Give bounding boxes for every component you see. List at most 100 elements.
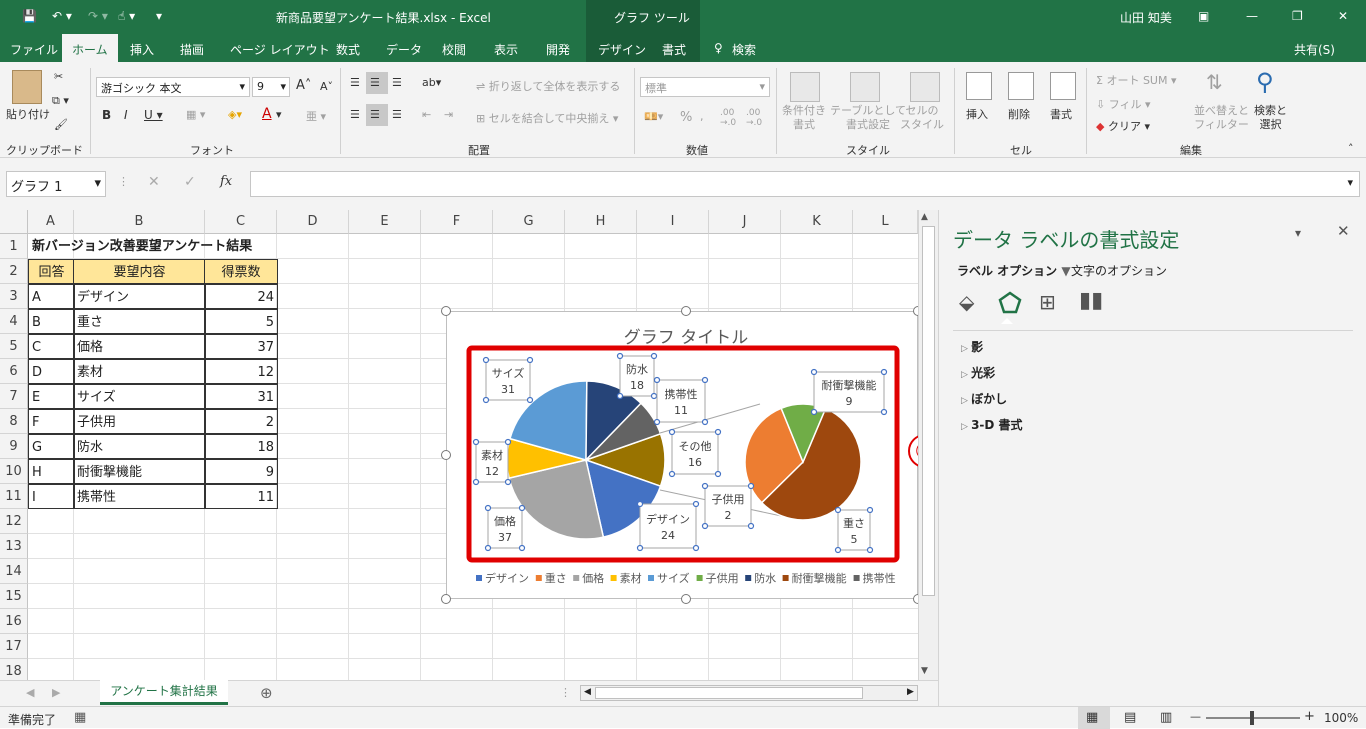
fill-button[interactable]: ⇩ フィル ▾ (1096, 96, 1151, 112)
pane-section-2[interactable]: ▷ ぼかし (961, 390, 1007, 407)
align-top-icon[interactable]: ☰ (350, 76, 360, 89)
autosum-button[interactable]: Σ オート SUM ▾ (1096, 72, 1177, 88)
effects-icon[interactable] (997, 290, 1023, 316)
cancel-icon[interactable]: ✕ (148, 174, 160, 190)
data-label[interactable]: 携帯性 11 (653, 376, 709, 426)
worksheet-grid[interactable]: ABCDEFGHIJKL 1 2 3 4 5 6 7 8 9 10 11 12 13 14 15 16 17 18… (0, 210, 918, 680)
align-bottom-icon[interactable]: ☰ (392, 76, 402, 89)
phonetic-icon[interactable]: 亜 ▾ (306, 108, 326, 124)
tab-home[interactable]: ホーム (62, 34, 118, 62)
label-handle[interactable] (866, 546, 874, 554)
data-label[interactable]: その他 16 (668, 428, 722, 478)
format-as-table-button[interactable]: テーブルとして 書式設定 (830, 104, 906, 132)
increase-decimal-icon[interactable]: .00 →.0 (720, 108, 736, 128)
label-handle[interactable] (692, 500, 700, 508)
label-handle[interactable] (616, 352, 624, 360)
name-box[interactable]: グラフ 1 ▾ (6, 171, 106, 197)
format-painter-icon[interactable]: 🖌 (54, 118, 68, 131)
fill-line-icon[interactable]: ⬙ (959, 290, 974, 314)
tab-format[interactable]: 書式 (662, 41, 686, 58)
label-handle[interactable] (668, 470, 676, 478)
label-handle[interactable] (472, 438, 480, 446)
label-handle[interactable] (714, 470, 722, 478)
close-window-icon[interactable]: ✕ (1338, 9, 1348, 23)
legend-entry[interactable]: 素材 (610, 571, 642, 585)
label-handle[interactable] (482, 356, 490, 364)
font-size-box[interactable]: 9 ▾ (252, 77, 290, 97)
data-label[interactable]: 素材 12 (472, 438, 512, 486)
delete-cells-button[interactable]: 削除 (1008, 106, 1030, 122)
data-label[interactable]: 耐衝撃機能 9 (810, 368, 888, 416)
label-handle[interactable] (636, 500, 644, 508)
label-handle[interactable] (484, 544, 492, 552)
label-handle[interactable] (880, 368, 888, 376)
font-color-icon[interactable]: A (262, 106, 272, 122)
tab-review[interactable]: 校閲 (442, 41, 466, 58)
align-right-icon[interactable]: ☰ (392, 108, 402, 121)
format-as-table-icon[interactable] (850, 72, 880, 102)
insert-cells-button[interactable]: 挿入 (966, 106, 988, 122)
copy-icon[interactable]: ⧉ ▾ (52, 94, 69, 108)
pane-options-icon[interactable]: ▾ (1295, 226, 1301, 240)
prev-sheet-icon[interactable]: ◀ (26, 686, 34, 699)
tab-design[interactable]: デザイン (598, 41, 646, 58)
text-options-tab[interactable]: 文字のオプション (1071, 262, 1167, 279)
tab-insert[interactable]: 挿入 (130, 41, 154, 58)
ribbon-display-icon[interactable]: ▣ (1198, 9, 1209, 23)
underline-icon[interactable]: U ▾ (144, 108, 163, 122)
data-label[interactable]: デザイン 24 (636, 500, 700, 552)
font-grow-icon[interactable]: A˄ (296, 78, 311, 93)
decrease-decimal-icon[interactable]: .00 →.0 (746, 108, 762, 128)
insert-function-icon[interactable]: fx (220, 174, 232, 189)
label-handle[interactable] (810, 408, 818, 416)
label-handle[interactable] (747, 482, 755, 490)
label-handle[interactable] (714, 428, 722, 436)
label-handle[interactable] (834, 546, 842, 554)
legend-entry[interactable]: 耐衝撃機能 (782, 571, 847, 585)
label-handle[interactable] (653, 418, 661, 426)
chart-title[interactable]: グラフ タイトル (624, 328, 748, 348)
label-handle[interactable] (880, 408, 888, 416)
zoom-level[interactable]: 100% (1324, 711, 1358, 725)
tab-view[interactable]: 表示 (494, 41, 518, 58)
horizontal-scroll-thumb[interactable] (595, 687, 863, 699)
vertical-scroll-thumb[interactable] (922, 226, 935, 596)
cell-styles-button[interactable]: セルの スタイル (900, 104, 944, 132)
data-label[interactable]: 子供用 2 (701, 482, 755, 530)
label-handle[interactable] (518, 544, 526, 552)
macro-record-icon[interactable]: ▦ (74, 710, 86, 725)
chart-svg[interactable]: グラフ タイトル サイズ 31 防水 18 携帯性 11 その他 16 耐衝撃機能 9 素材 12 子供… (0, 210, 918, 680)
data-label[interactable]: 重さ 5 (834, 506, 874, 554)
font-shrink-icon[interactable]: A˅ (320, 80, 333, 93)
label-handle[interactable] (701, 418, 709, 426)
undo-icon[interactable]: ↶ ▾ (52, 9, 72, 23)
enter-icon[interactable]: ✓ (184, 174, 196, 190)
page-layout-view-icon[interactable]: ▤ (1124, 710, 1136, 725)
label-handle[interactable] (636, 544, 644, 552)
align-center-icon[interactable]: ☰ (370, 108, 380, 121)
legend-entry[interactable]: デザイン (476, 571, 529, 585)
touch-mode-icon[interactable]: ☝ ▾ (118, 9, 135, 23)
number-format-box[interactable]: 標準 ▾ (640, 77, 770, 97)
label-handle[interactable] (504, 438, 512, 446)
bold-icon[interactable]: B (102, 108, 111, 122)
label-handle[interactable] (653, 376, 661, 384)
percent-icon[interactable]: % (680, 110, 692, 125)
increase-indent-icon[interactable]: ⇥ (444, 108, 453, 121)
pane-section-0[interactable]: ▷ 影 (961, 338, 983, 355)
pane-section-3[interactable]: ▷ 3-D 書式 (961, 416, 1023, 433)
align-left-icon[interactable]: ☰ (350, 108, 360, 121)
label-handle[interactable] (504, 478, 512, 486)
paste-button[interactable]: 貼り付け (6, 106, 50, 122)
label-handle[interactable] (616, 392, 624, 400)
formula-input[interactable]: ▾ (250, 171, 1360, 197)
label-handle[interactable] (472, 478, 480, 486)
orientation-icon[interactable]: ab▾ (422, 76, 441, 89)
label-handle[interactable] (650, 392, 658, 400)
conditional-format-icon[interactable] (790, 72, 820, 102)
legend-entry[interactable]: 携帯性 (853, 571, 896, 585)
cell-styles-icon[interactable] (910, 72, 940, 102)
tell-me-search[interactable]: 検索 (732, 41, 756, 58)
next-sheet-icon[interactable]: ▶ (52, 686, 60, 699)
legend-entry[interactable]: サイズ (648, 571, 690, 585)
